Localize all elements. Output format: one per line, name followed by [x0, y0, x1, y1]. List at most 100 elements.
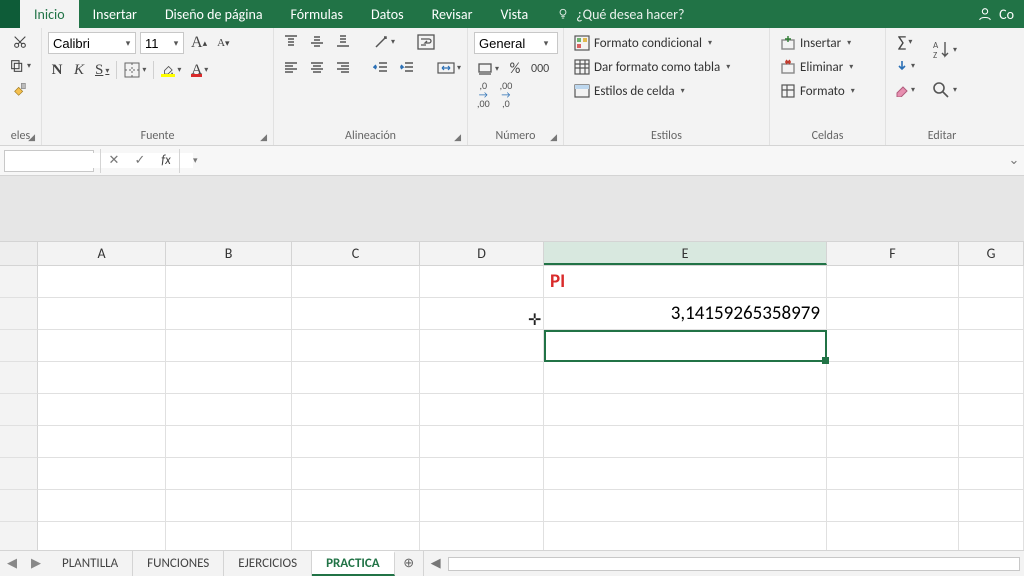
sheet-tab-practica[interactable]: PRACTICA: [312, 551, 395, 576]
dialog-launcher-icon[interactable]: ◢: [260, 132, 267, 143]
cell[interactable]: [544, 458, 827, 490]
cell[interactable]: [959, 490, 1024, 522]
sheet-nav-next-icon[interactable]: ▶: [24, 551, 48, 576]
cell[interactable]: [544, 394, 827, 426]
row-header[interactable]: [0, 266, 38, 298]
sheet-tab-funciones[interactable]: FUNCIONES: [133, 551, 224, 576]
font-name-combo[interactable]: ▾: [48, 32, 136, 54]
expand-formula-bar-icon[interactable]: ⌄: [1004, 153, 1024, 168]
align-center-icon[interactable]: [306, 58, 328, 78]
enter-formula-icon[interactable]: ✓: [127, 153, 153, 168]
cell-E1[interactable]: PI: [544, 266, 827, 298]
cell[interactable]: [420, 490, 544, 522]
italic-button[interactable]: K: [70, 60, 88, 80]
tab-diseno[interactable]: Diseño de página: [151, 0, 277, 28]
cell[interactable]: [38, 490, 166, 522]
cell[interactable]: [959, 330, 1024, 362]
row-header[interactable]: [0, 426, 38, 458]
increase-font-icon[interactable]: A▴: [188, 33, 210, 53]
cell-styles-button[interactable]: Estilos de celda▾: [570, 80, 734, 102]
decrease-decimal-icon[interactable]: ,00→,0: [497, 84, 516, 104]
cell[interactable]: [420, 394, 544, 426]
cell[interactable]: [38, 426, 166, 458]
col-header-G[interactable]: G: [959, 242, 1024, 265]
grid[interactable]: PI 3,14159265358979: [0, 266, 1024, 554]
thousands-icon[interactable]: 000: [528, 59, 552, 79]
dialog-launcher-icon[interactable]: ◢: [454, 132, 461, 143]
font-size-combo[interactable]: ▾: [140, 32, 184, 54]
cell[interactable]: [544, 330, 827, 362]
cell[interactable]: [166, 330, 292, 362]
align-top-icon[interactable]: [280, 32, 302, 52]
new-sheet-button[interactable]: ⊕: [395, 551, 423, 576]
cell[interactable]: [38, 394, 166, 426]
font-size-input[interactable]: [141, 36, 169, 51]
row-header[interactable]: [0, 330, 38, 362]
sheet-tab-ejercicios[interactable]: EJERCICIOS: [224, 551, 312, 576]
wrap-text-icon[interactable]: [414, 32, 438, 52]
insert-cells-button[interactable]: Insertar▾: [776, 32, 859, 54]
row-header[interactable]: [0, 362, 38, 394]
conditional-formatting-button[interactable]: Formato condicional▾: [570, 32, 734, 54]
cell[interactable]: [166, 266, 292, 298]
account-button[interactable]: Co: [967, 0, 1024, 28]
cell[interactable]: [959, 394, 1024, 426]
cell[interactable]: [544, 490, 827, 522]
format-painter-icon[interactable]: [6, 80, 34, 100]
cell[interactable]: [420, 458, 544, 490]
cell[interactable]: [38, 458, 166, 490]
col-header-B[interactable]: B: [166, 242, 292, 265]
cell[interactable]: [420, 298, 544, 330]
fill-color-button[interactable]: ▾: [158, 60, 184, 80]
row-header[interactable]: [0, 298, 38, 330]
tab-insertar[interactable]: Insertar: [79, 0, 151, 28]
cell[interactable]: [420, 330, 544, 362]
tab-revisar[interactable]: Revisar: [418, 0, 487, 28]
orientation-icon[interactable]: ▾: [370, 32, 398, 52]
cell[interactable]: [827, 362, 959, 394]
cell[interactable]: [420, 362, 544, 394]
percent-icon[interactable]: %: [506, 59, 524, 79]
underline-button[interactable]: S▾: [92, 60, 112, 80]
cell[interactable]: [166, 490, 292, 522]
copy-icon[interactable]: ▾: [6, 56, 34, 76]
chevron-down-icon[interactable]: ▾: [121, 38, 135, 49]
sheet-nav-prev-icon[interactable]: ◀: [0, 551, 24, 576]
cell[interactable]: [959, 298, 1024, 330]
font-name-input[interactable]: [49, 36, 121, 51]
fx-icon[interactable]: fx: [153, 153, 179, 168]
scroll-track[interactable]: [448, 557, 1020, 571]
delete-cells-button[interactable]: Eliminar▾: [776, 56, 859, 78]
formula-input[interactable]: [180, 150, 1004, 172]
increase-decimal-icon[interactable]: ,0→,00: [474, 84, 493, 104]
bold-button[interactable]: N: [48, 60, 66, 80]
borders-button[interactable]: ▾: [121, 60, 149, 80]
cancel-formula-icon[interactable]: ✕: [101, 153, 127, 168]
chevron-down-icon[interactable]: ▾: [169, 38, 183, 49]
cell[interactable]: [292, 266, 420, 298]
select-all-corner[interactable]: [0, 242, 38, 265]
cell[interactable]: [292, 490, 420, 522]
row-header[interactable]: [0, 490, 38, 522]
align-left-icon[interactable]: [280, 58, 302, 78]
cell[interactable]: [827, 426, 959, 458]
dialog-launcher-icon[interactable]: ◢: [550, 132, 557, 143]
cell[interactable]: [827, 298, 959, 330]
accounting-format-icon[interactable]: ▾: [474, 59, 502, 79]
number-format-input[interactable]: [475, 36, 539, 51]
cell[interactable]: [292, 330, 420, 362]
cell-E2[interactable]: 3,14159265358979: [544, 298, 827, 330]
name-box[interactable]: ▾: [4, 150, 94, 172]
cell[interactable]: [420, 426, 544, 458]
cell[interactable]: [292, 298, 420, 330]
col-header-C[interactable]: C: [292, 242, 420, 265]
fill-icon[interactable]: ▾: [892, 56, 918, 76]
cell[interactable]: [292, 458, 420, 490]
cell[interactable]: [38, 266, 166, 298]
cell[interactable]: [827, 458, 959, 490]
cell[interactable]: [292, 394, 420, 426]
cell[interactable]: [827, 490, 959, 522]
align-right-icon[interactable]: [332, 58, 354, 78]
cell[interactable]: [959, 362, 1024, 394]
sheet-tab-plantilla[interactable]: PLANTILLA: [48, 551, 133, 576]
